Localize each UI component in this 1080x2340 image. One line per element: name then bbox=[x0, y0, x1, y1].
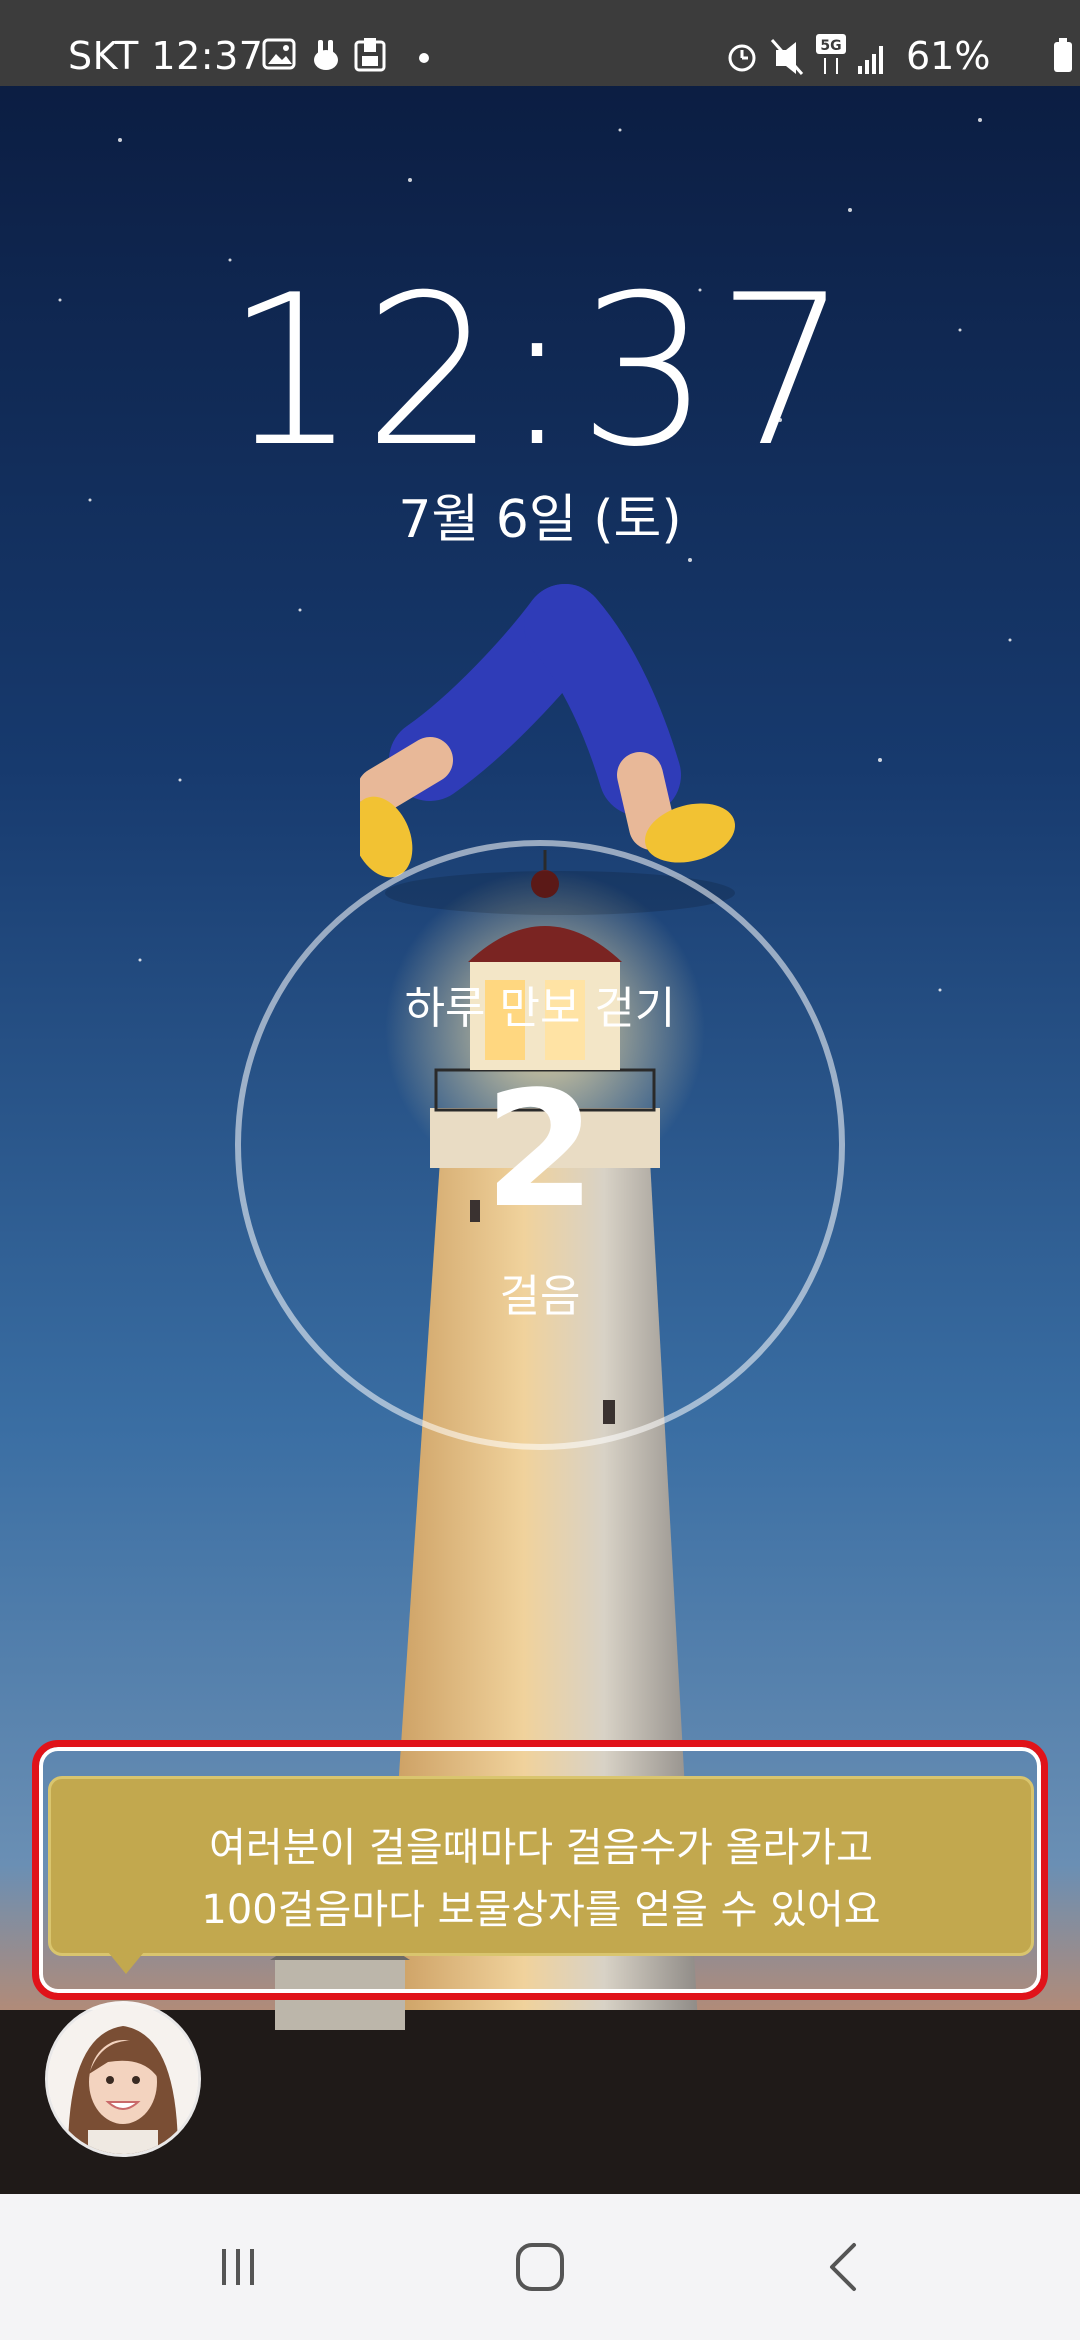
lockscreen-clock: 12:37 bbox=[225, 251, 855, 493]
back-icon bbox=[830, 2243, 856, 2291]
recents-icon bbox=[222, 2249, 254, 2285]
battery-percent: 61% bbox=[906, 34, 991, 78]
home-button[interactable] bbox=[460, 2194, 620, 2340]
status-time: 12:37 bbox=[151, 34, 264, 78]
rabbit-icon bbox=[314, 40, 338, 70]
5g-icon: 5G bbox=[816, 34, 846, 74]
guide-avatar[interactable] bbox=[48, 2004, 198, 2154]
gallery-icon bbox=[262, 38, 296, 70]
dot-icon bbox=[419, 53, 429, 63]
lockscreen-date: 7월 6일 (토) bbox=[398, 490, 682, 550]
home-icon bbox=[516, 2243, 564, 2291]
step-counter-value: 2 bbox=[484, 1056, 596, 1243]
system-icons: 5G bbox=[728, 34, 1072, 75]
signal-icon bbox=[858, 46, 883, 74]
back-button[interactable] bbox=[764, 2194, 924, 2340]
notification-icons bbox=[262, 38, 429, 72]
step-counter-unit: 걸음 bbox=[499, 1271, 581, 1322]
bubble-text-line-2: 100걸음마다 보물상자를 얻을 수 있어요 bbox=[201, 1887, 881, 1933]
svg-text:5G: 5G bbox=[820, 38, 841, 54]
bubble-tail bbox=[108, 1952, 144, 1974]
carrier-label: SKT bbox=[68, 34, 139, 78]
recents-button[interactable] bbox=[158, 2194, 318, 2340]
status-carrier-time: SKT 12:37 bbox=[68, 34, 263, 78]
status-bar: SKT 12:37 5G 61% bbox=[0, 0, 1080, 86]
alarm-icon bbox=[728, 44, 756, 72]
phone-card-icon bbox=[354, 38, 386, 72]
bubble-text-line-1: 여러분이 걸을때마다 걸음수가 올라가고 bbox=[209, 1825, 873, 1871]
woman-avatar-icon bbox=[48, 2004, 198, 2154]
step-counter-title: 하루 만보 걷기 bbox=[404, 983, 676, 1034]
mute-icon bbox=[770, 39, 804, 75]
battery-icon bbox=[1054, 38, 1072, 72]
lock-screen: SKT 12:37 5G 61% 12:37 7월 6일 (토) 하루 만보 걷… bbox=[0, 0, 1080, 2340]
tutorial-speech-bubble[interactable]: 여러분이 걸을때마다 걸음수가 올라가고 100걸음마다 보물상자를 얻을 수 … bbox=[48, 1776, 1034, 1956]
navigation-bar bbox=[0, 2194, 1080, 2340]
